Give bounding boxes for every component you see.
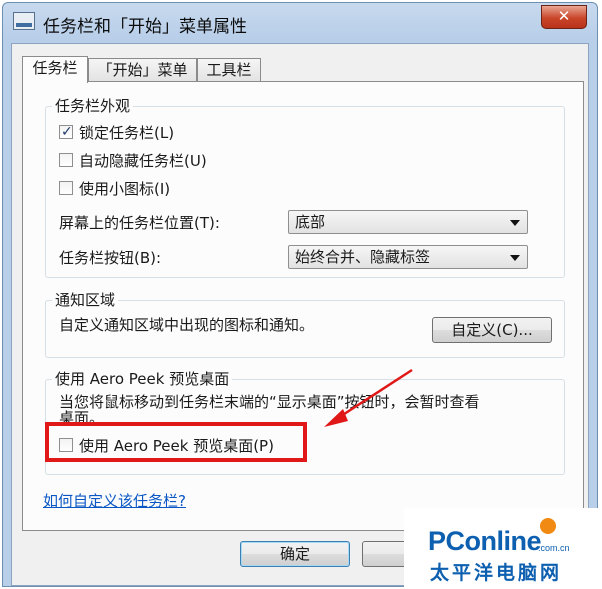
tab-taskbar[interactable]: 任务栏 [22, 56, 88, 83]
logo-domain: .com.cn [538, 543, 570, 553]
annotation-arrow [324, 368, 413, 427]
logo-subtitle: 太平洋电脑网 [430, 562, 563, 584]
logo-sun-icon [540, 518, 556, 534]
pconline-watermark: PConline .com.cn 太平洋电脑网 [404, 508, 602, 589]
logo-brand: PConline [428, 526, 542, 556]
